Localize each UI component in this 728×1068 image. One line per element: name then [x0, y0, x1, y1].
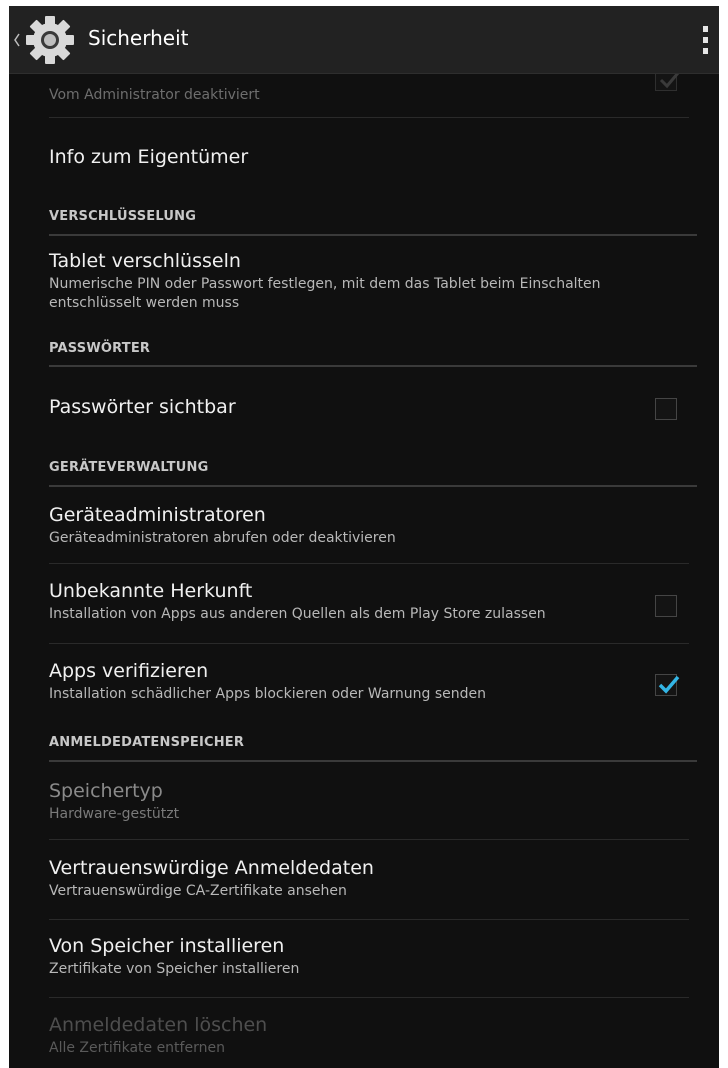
up-caret-icon[interactable] — [12, 30, 22, 50]
settings-gear-icon[interactable] — [24, 14, 76, 66]
divider — [49, 839, 689, 840]
trusted-credentials-item[interactable]: Vertrauenswürdige Anmeldedaten Vertrauen… — [49, 857, 689, 901]
page-title: Sicherheit — [88, 26, 189, 50]
verify-apps-title: Apps verifizieren — [49, 660, 209, 682]
category-credential-storage: ANMELDEDATENSPEICHER — [49, 735, 245, 750]
divider — [49, 919, 689, 920]
show-passwords-item[interactable]: Passwörter sichtbar — [49, 396, 689, 418]
overflow-menu-icon[interactable] — [701, 26, 709, 54]
verify-apps-summary: Installation schädlicher Apps blockieren… — [49, 686, 487, 702]
storage-type-summary: Hardware-gestützt — [49, 806, 180, 822]
storage-type-title: Speichertyp — [49, 780, 163, 802]
show-passwords-checkbox[interactable] — [655, 398, 677, 420]
divider — [49, 563, 689, 564]
install-from-storage-item[interactable]: Von Speicher installieren Zertifikate vo… — [49, 935, 689, 979]
category-passwords: PASSWÖRTER — [49, 341, 151, 356]
unknown-sources-item[interactable]: Unbekannte Herkunft Installation von App… — [49, 580, 689, 624]
unknown-sources-summary: Installation von Apps aus anderen Quelle… — [49, 606, 546, 622]
encrypt-tablet-summary: Numerische PIN oder Passwort festlegen, … — [49, 276, 601, 311]
device-admins-summary: Geräteadministratoren abrufen oder deakt… — [49, 530, 396, 546]
show-passwords-title: Passwörter sichtbar — [49, 396, 236, 418]
action-bar: Sicherheit — [9, 6, 719, 74]
partial-setting-summary: Vom Administrator deaktiviert — [49, 87, 260, 103]
checkmark-icon — [658, 675, 680, 694]
category-device-admin: GERÄTEVERWALTUNG — [49, 460, 209, 475]
category-divider — [49, 760, 697, 762]
clear-credentials-summary: Alle Zertifikate entfernen — [49, 1040, 225, 1056]
owner-info-title: Info zum Eigentümer — [49, 146, 249, 168]
unknown-sources-title: Unbekannte Herkunft — [49, 580, 253, 602]
divider — [49, 643, 689, 644]
category-divider — [49, 485, 697, 487]
unknown-sources-checkbox[interactable] — [655, 595, 677, 617]
divider — [49, 997, 689, 998]
verify-apps-checkbox[interactable] — [655, 674, 680, 696]
owner-info-item[interactable]: Info zum Eigentümer — [49, 146, 689, 168]
storage-type-item: Speichertyp Hardware-gestützt — [49, 780, 689, 824]
install-from-storage-summary: Zertifikate von Speicher installieren — [49, 961, 300, 977]
verify-apps-item[interactable]: Apps verifizieren Installation schädlich… — [49, 660, 689, 704]
clear-credentials-title: Anmeldedaten löschen — [49, 1014, 268, 1036]
encrypt-tablet-title: Tablet verschlüsseln — [49, 250, 241, 272]
category-divider — [49, 365, 697, 367]
category-divider — [49, 234, 697, 236]
device-admins-item[interactable]: Geräteadministratoren Geräteadministrato… — [49, 504, 689, 548]
clear-credentials-item: Anmeldedaten löschen Alle Zertifikate en… — [49, 1014, 689, 1058]
divider — [49, 117, 689, 118]
settings-screen: Sicherheit Vom Administrator deaktiviert… — [9, 6, 719, 1068]
encrypt-tablet-item[interactable]: Tablet verschlüsseln Numerische PIN oder… — [49, 250, 689, 313]
device-admins-title: Geräteadministratoren — [49, 504, 266, 526]
category-encryption: VERSCHLÜSSELUNG — [49, 209, 197, 224]
trusted-credentials-summary: Vertrauenswürdige CA-Zertifikate ansehen — [49, 883, 347, 899]
install-from-storage-title: Von Speicher installieren — [49, 935, 285, 957]
trusted-credentials-title: Vertrauenswürdige Anmeldedaten — [49, 857, 374, 879]
